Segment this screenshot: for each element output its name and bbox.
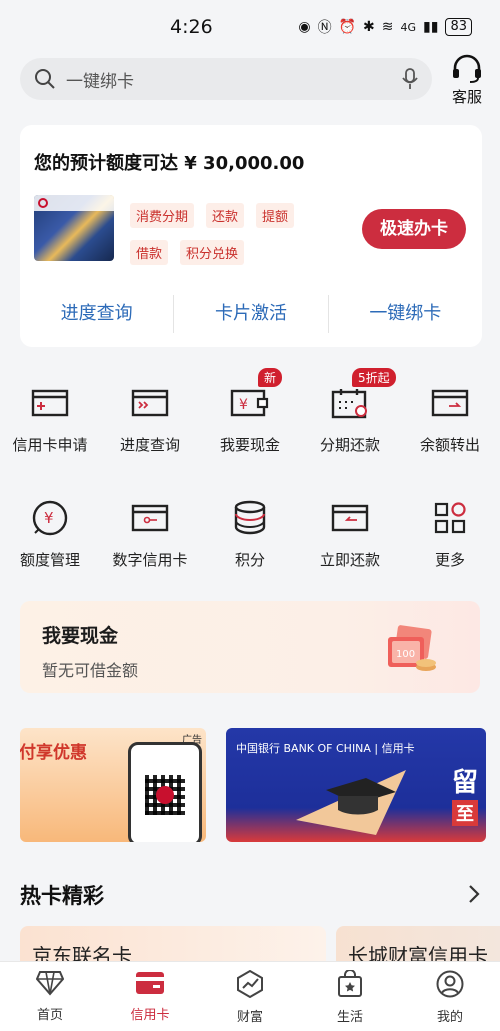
digital-card-icon	[131, 504, 169, 532]
cash-stack-icon: 100	[388, 625, 436, 671]
wealth-chart-icon	[237, 969, 263, 999]
battery-indicator: 83	[445, 18, 472, 36]
cash-wallet-icon: ¥	[230, 389, 269, 417]
cash-banner[interactable]: 我要现金 暂无可借金额 100	[20, 601, 480, 693]
tag-repay[interactable]: 还款	[206, 203, 245, 228]
grid-progress[interactable]: 进度查询	[100, 382, 200, 455]
tag-loan[interactable]: 借款	[130, 240, 169, 265]
life-bag-icon	[338, 969, 362, 997]
cash-title: 我要现金	[42, 625, 119, 647]
tab-life[interactable]: 生活	[300, 962, 400, 1031]
chevron-right-icon[interactable]	[468, 884, 480, 904]
search-icon	[35, 69, 55, 89]
grid-points[interactable]: 积分	[200, 497, 300, 570]
mic-icon[interactable]	[402, 68, 418, 90]
promo-pay-text: 支付享优惠	[20, 743, 87, 763]
promo-banner-study[interactable]: 中国银行 BANK OF CHINA | 信用卡 留 至	[226, 728, 486, 842]
tag-raise-limit[interactable]: 提额	[256, 203, 295, 228]
status-time: 4:26	[170, 16, 213, 38]
new-badge: 新	[258, 368, 283, 387]
customer-service-label: 客服	[451, 88, 482, 106]
quota-card: 您的预计额度可达 ¥ 30,000.00 消费分期 还款 提额 借款 积分兑换 极速办…	[20, 125, 482, 347]
status-bar: 4:26 ◉ Ⓝ ⏰ ✱ ≋ 4G ▮▮ 83	[0, 0, 500, 56]
tab-home[interactable]: 首页	[0, 962, 100, 1031]
status-icons: ◉ Ⓝ ⏰ ✱ ≋ 4G ▮▮ 83	[298, 17, 472, 37]
tab-mine[interactable]: 我的	[400, 962, 500, 1031]
network-label: 4G	[400, 20, 417, 34]
grid-card-apply[interactable]: 信用卡申请	[0, 382, 100, 455]
grid-balance-transfer[interactable]: 余额转出	[400, 382, 500, 455]
signal-icon: ▮▮	[423, 19, 439, 35]
headset-icon	[453, 54, 481, 83]
tab-wealth[interactable]: 财富	[200, 962, 300, 1031]
link-card-activate[interactable]: 卡片激活	[173, 295, 327, 333]
tag-installment[interactable]: 消费分期	[130, 203, 195, 228]
alarm-icon: ⏰	[338, 19, 357, 35]
progress-icon	[131, 389, 169, 417]
grid-repay-now[interactable]: 立即还款	[300, 497, 400, 570]
hot-cards-title: 热卡精彩	[20, 884, 104, 908]
svg-text:¥: ¥	[44, 509, 54, 527]
svg-text:¥: ¥	[239, 397, 248, 413]
search-placeholder: 一键绑卡	[66, 71, 134, 92]
wifi-icon: ≋	[381, 19, 394, 35]
cash-subtitle: 暂无可借金额	[42, 661, 139, 680]
points-icon	[234, 500, 266, 535]
search-input[interactable]: 一键绑卡	[20, 58, 432, 100]
svg-text:100: 100	[396, 649, 415, 660]
service-grid-row-2: ¥ 额度管理 数字信用卡 积分 立即还款 更多	[0, 497, 500, 570]
phone-qr-image	[128, 742, 202, 842]
eye-icon: ◉	[298, 19, 311, 35]
card-apply-icon	[31, 389, 69, 417]
grid-installment[interactable]: 5折起 分期还款	[300, 368, 400, 455]
grid-more[interactable]: 更多	[400, 497, 500, 570]
nfc-icon: Ⓝ	[317, 20, 332, 36]
link-bind-card[interactable]: 一键绑卡	[327, 295, 482, 333]
customer-service-button[interactable]: 客服	[446, 54, 488, 107]
service-grid-row-1: 信用卡申请 进度查询 新 ¥ 我要现金 5折起 分期还款 余额转出	[0, 368, 500, 455]
home-diamond-icon	[35, 971, 65, 996]
bank-logo-icon	[38, 198, 48, 208]
quota-title: 您的预计额度可达 ¥ 30,000.00	[34, 153, 305, 174]
grid-cash[interactable]: 新 ¥ 我要现金	[200, 368, 300, 455]
discount-badge: 5折起	[352, 368, 396, 387]
quick-links: 进度查询 卡片激活 一键绑卡	[20, 295, 482, 333]
grid-digital-card[interactable]: 数字信用卡	[100, 497, 200, 570]
repay-icon	[331, 504, 369, 532]
quota-icon: ¥	[32, 500, 68, 536]
credit-card-image	[34, 195, 114, 261]
more-grid-icon	[434, 502, 466, 534]
graduation-cap-icon	[296, 770, 406, 835]
grid-quota-manage[interactable]: ¥ 额度管理	[0, 497, 100, 570]
link-progress-query[interactable]: 进度查询	[20, 295, 173, 333]
promo-banner-pay[interactable]: 支付享优惠 广告	[20, 728, 206, 842]
tab-credit-card[interactable]: 信用卡	[100, 962, 200, 1031]
credit-card-icon	[136, 972, 164, 994]
tag-points-redeem[interactable]: 积分兑换	[180, 240, 245, 265]
bank-brand-text: 中国银行 BANK OF CHINA | 信用卡	[236, 742, 415, 755]
profile-icon	[436, 970, 464, 998]
transfer-icon	[431, 389, 469, 417]
apply-card-button[interactable]: 极速办卡	[362, 209, 466, 249]
promo-study-text-2: 至	[452, 800, 478, 826]
bluetooth-icon: ✱	[363, 19, 375, 35]
calendar-icon	[331, 389, 367, 419]
promo-study-text-1: 留	[451, 768, 478, 798]
feature-tags: 消费分期 还款 提额 借款 积分兑换	[130, 203, 330, 277]
bottom-tab-bar: 首页 信用卡 财富 生活 我的	[0, 961, 500, 1031]
